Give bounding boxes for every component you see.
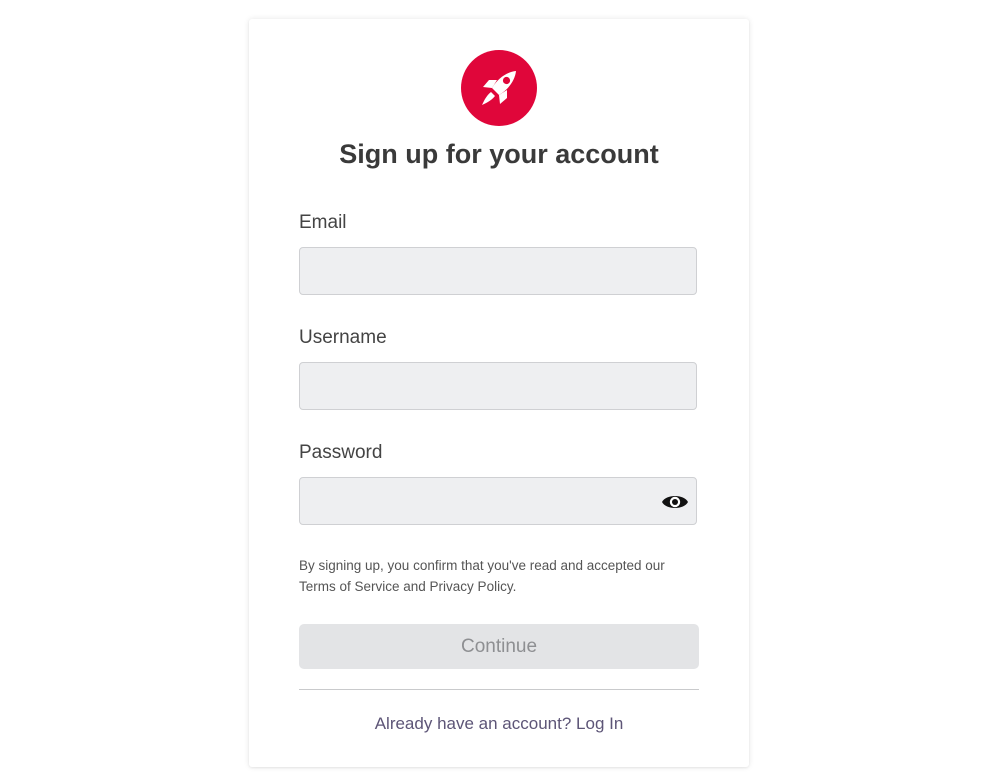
divider bbox=[299, 689, 699, 690]
login-prompt: Already have an account? bbox=[374, 714, 572, 733]
password-field[interactable] bbox=[299, 477, 697, 525]
signup-card: Sign up for your account Email Username … bbox=[249, 19, 749, 767]
password-label: Password bbox=[299, 442, 383, 463]
rocket-icon bbox=[482, 71, 516, 105]
legal-text: By signing up, you confirm that you've r… bbox=[299, 558, 665, 594]
email-field[interactable] bbox=[299, 247, 697, 295]
email-label: Email bbox=[299, 212, 347, 233]
logo bbox=[461, 50, 537, 126]
login-prompt-line: Already have an account? Log In bbox=[249, 714, 749, 734]
username-label: Username bbox=[299, 327, 387, 348]
login-link[interactable]: Log In bbox=[576, 714, 623, 733]
username-field[interactable] bbox=[299, 362, 697, 410]
continue-button[interactable]: Continue bbox=[299, 624, 699, 669]
page-title: Sign up for your account bbox=[339, 139, 659, 169]
eye-icon[interactable] bbox=[661, 492, 689, 512]
